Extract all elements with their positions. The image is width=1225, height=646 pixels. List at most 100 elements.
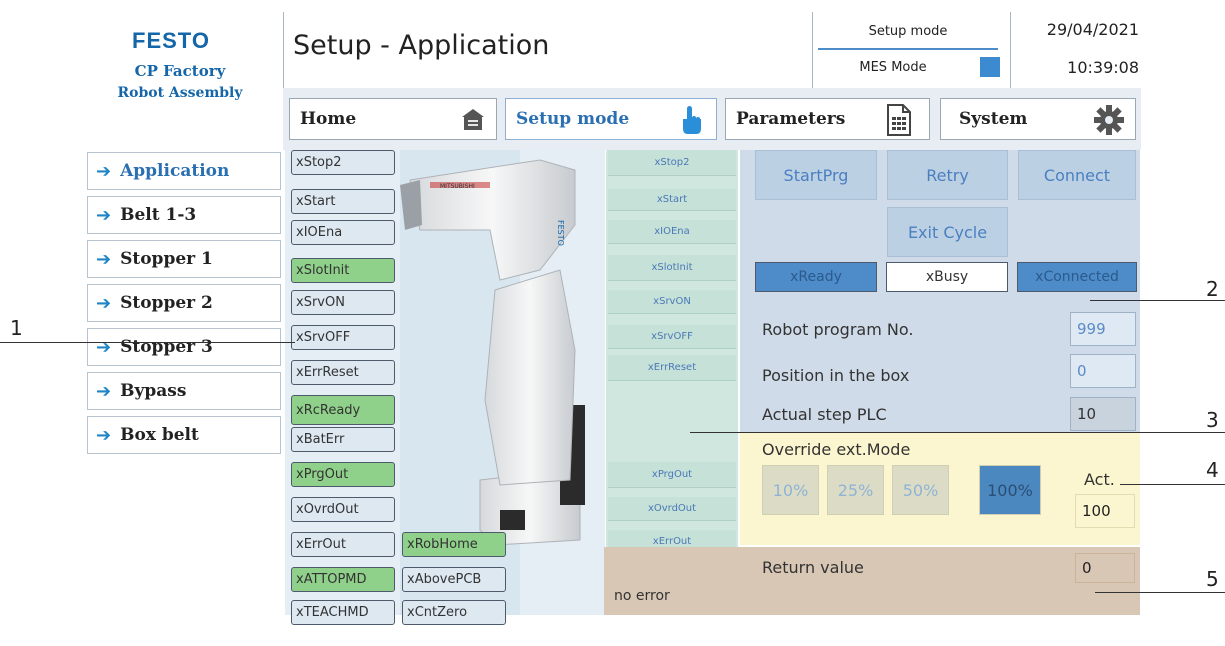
festo-logo: FESTO: [132, 28, 210, 53]
robot-program-field[interactable]: 999: [1070, 312, 1136, 346]
setup-mode-button[interactable]: Setup mode: [505, 98, 717, 140]
startprg-button[interactable]: StartPrg: [755, 150, 877, 200]
return-value-field: 0: [1075, 553, 1135, 583]
position-field[interactable]: 0: [1070, 354, 1136, 388]
input-xabovepcb: xAbovePCB: [402, 567, 506, 592]
input-label: xErrOut: [296, 537, 346, 552]
sidebar-item-stopper3[interactable]: ➔ Stopper 3: [87, 328, 281, 366]
home-icon: [460, 107, 486, 136]
input-label: xATTOPMD: [296, 572, 367, 587]
arrow-right-icon: ➔: [96, 160, 112, 182]
output-xerrreset[interactable]: xErrReset: [608, 355, 736, 381]
output-xstop2[interactable]: xStop2: [608, 150, 736, 176]
gear-icon: [1093, 104, 1125, 141]
input-xrobhome: xRobHome: [402, 532, 506, 557]
mes-mode-checkbox[interactable]: [980, 57, 1000, 77]
page-title: Setup - Application: [293, 30, 550, 61]
pointing-hand-icon: [678, 105, 706, 140]
output-xsrvoff[interactable]: xSrvOFF: [608, 325, 736, 349]
sidebar-item-label: Stopper 1: [120, 249, 213, 269]
system-button[interactable]: System: [940, 98, 1136, 140]
input-xstop2: xStop2: [291, 150, 395, 175]
arrow-right-icon: ➔: [96, 380, 112, 402]
input-label: xPrgOut: [296, 467, 349, 482]
input-xovrdout: xOvrdOut: [291, 497, 395, 522]
date: 29/04/2021: [1046, 20, 1139, 39]
home-button-label: Home: [300, 109, 357, 129]
override-10-button[interactable]: 10%: [762, 465, 819, 515]
retry-button[interactable]: Retry: [887, 150, 1008, 200]
parameters-button[interactable]: Parameters: [725, 98, 930, 140]
arrow-right-icon: ➔: [96, 424, 112, 446]
actual-override-field: 100: [1075, 494, 1135, 528]
actual-step-label: Actual step PLC: [762, 405, 887, 424]
position-label: Position in the box: [762, 366, 910, 385]
logo-line1: CP Factory: [134, 62, 226, 80]
callout-4-line: [1120, 484, 1225, 486]
sidebar-item-belt[interactable]: ➔ Belt 1-3: [87, 196, 281, 234]
output-xioena[interactable]: xIOEna: [608, 220, 736, 244]
mes-mode-label: MES Mode: [859, 60, 927, 75]
callout-3: 3: [1206, 408, 1219, 432]
callout-2-line: [1090, 300, 1225, 302]
input-label: xSlotInit: [296, 263, 350, 278]
sidebar-item-label: Stopper 2: [120, 293, 213, 313]
sidebar-item-label: Application: [120, 161, 230, 181]
logo-line2: Robot Assembly: [117, 85, 243, 101]
home-button[interactable]: Home: [289, 98, 497, 140]
input-xsrvoff: xSrvOFF: [291, 325, 395, 350]
override-100-button[interactable]: 100%: [979, 465, 1041, 515]
svg-text:MITSUBISHI: MITSUBISHI: [440, 183, 475, 190]
time: 10:39:08: [1067, 58, 1139, 77]
connect-button[interactable]: Connect: [1018, 150, 1136, 200]
sidebar-item-label: Bypass: [120, 381, 187, 401]
callout-2: 2: [1206, 277, 1219, 301]
setup-mode-button-label: Setup mode: [516, 109, 630, 129]
arrow-right-icon: ➔: [96, 336, 112, 358]
sidebar-item-label: Box belt: [120, 425, 199, 445]
sidebar-item-bypass[interactable]: ➔ Bypass: [87, 372, 281, 410]
status-xready: xReady: [755, 262, 877, 292]
output-xprgout[interactable]: xPrgOut: [608, 462, 736, 488]
sidebar-item-box-belt[interactable]: ➔ Box belt: [87, 416, 281, 454]
input-xslotinit: xSlotInit: [291, 258, 395, 283]
input-xioena: xIOEna: [291, 220, 395, 245]
date-divider: [1010, 12, 1011, 88]
input-label: xErrReset: [296, 365, 359, 380]
document-icon: [887, 104, 911, 141]
svg-text:FESTO: FESTO: [556, 220, 565, 246]
parameters-button-label: Parameters: [736, 109, 846, 129]
input-label: xBatErr: [296, 432, 345, 447]
input-label: xSrvON: [296, 295, 345, 310]
input-label: xTEACHMD: [296, 605, 369, 620]
input-label: xCntZero: [407, 605, 468, 620]
input-xerrout: xErrOut: [291, 532, 395, 557]
output-xovrdout[interactable]: xOvrdOut: [608, 497, 736, 521]
input-label: xAbovePCB: [407, 572, 482, 587]
input-xbaterr: xBatErr: [291, 427, 395, 452]
override-title: Override ext.Mode: [762, 440, 911, 459]
input-xprgout: xPrgOut: [291, 462, 395, 487]
sidebar-item-stopper2[interactable]: ➔ Stopper 2: [87, 284, 281, 322]
override-25-button[interactable]: 25%: [827, 465, 884, 515]
return-value-label: Return value: [762, 558, 864, 577]
output-xstart[interactable]: xStart: [608, 189, 736, 211]
output-xslotinit[interactable]: xSlotInit: [608, 255, 736, 281]
sidebar-item-stopper1[interactable]: ➔ Stopper 1: [87, 240, 281, 278]
output-xsrvon[interactable]: xSrvON: [608, 290, 736, 314]
callout-5-line: [1095, 592, 1225, 594]
input-label: xOvrdOut: [296, 502, 359, 517]
input-label: xStart: [296, 194, 336, 209]
header-divider: [283, 12, 284, 88]
override-50-button[interactable]: 50%: [892, 465, 949, 515]
exit-cycle-button[interactable]: Exit Cycle: [887, 207, 1008, 257]
sidebar-item-application[interactable]: ➔ Application: [87, 152, 281, 190]
callout-4: 4: [1206, 458, 1219, 482]
error-message: no error: [614, 588, 670, 604]
input-label: xStop2: [296, 155, 342, 170]
arrow-right-icon: ➔: [96, 248, 112, 270]
callout-5: 5: [1206, 567, 1219, 591]
input-label: xIOEna: [296, 225, 343, 240]
input-xerrreset: xErrReset: [291, 360, 395, 385]
actual-override-label: Act.: [1084, 470, 1115, 489]
